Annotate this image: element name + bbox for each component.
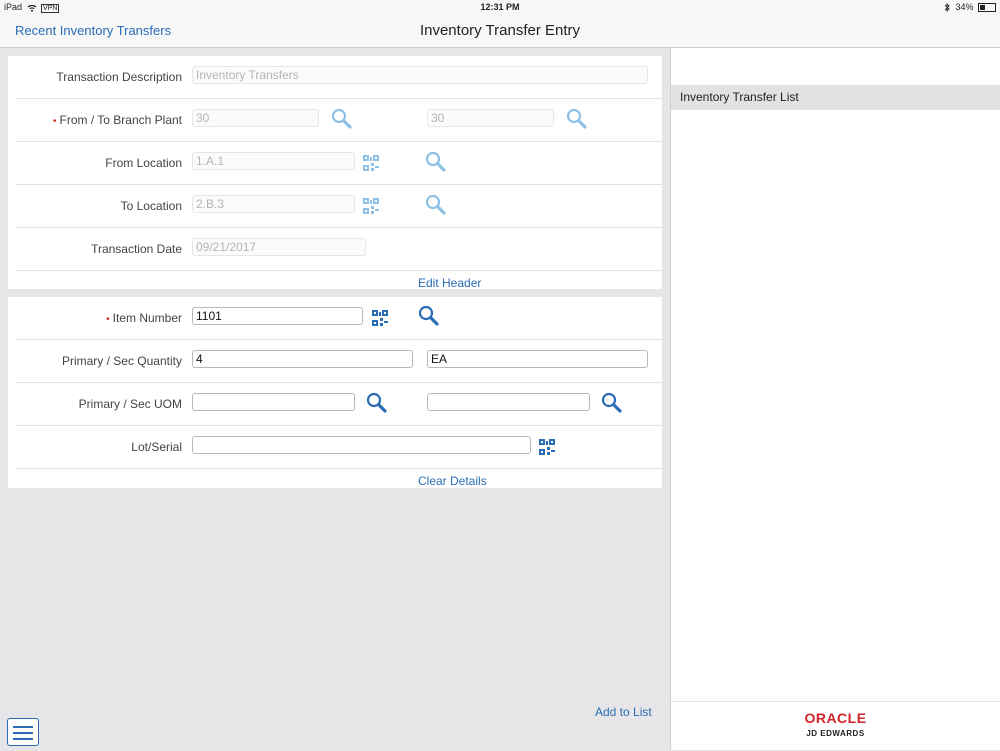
transfer-list-header: Inventory Transfer List xyxy=(671,85,1000,110)
to-location-label: To Location xyxy=(120,199,182,213)
lot-serial-label: Lot/Serial xyxy=(131,440,182,454)
from-location-label: From Location xyxy=(105,156,182,170)
required-marker: • xyxy=(52,116,57,127)
branch-plant-label: • From / To Branch Plant xyxy=(52,113,182,127)
search-icon[interactable] xyxy=(366,392,388,419)
item-number-field[interactable] xyxy=(192,307,363,325)
qr-code-icon[interactable] xyxy=(363,198,379,219)
uom-label: Primary / Sec UOM xyxy=(78,397,182,411)
search-icon[interactable] xyxy=(331,108,353,135)
transaction-description-field[interactable] xyxy=(192,66,648,84)
status-time: 12:31 PM xyxy=(480,2,520,12)
qr-code-icon[interactable] xyxy=(372,310,388,331)
header-card: Transaction Description •From / To Branc… xyxy=(8,56,662,290)
quantity-label: Primary / Sec Quantity xyxy=(61,354,182,368)
transaction-date-row: Transaction Date xyxy=(16,228,662,271)
details-card: •Item Number Primary / Sec Quantity Prim… xyxy=(8,297,662,488)
lot-serial-row: Lot/Serial xyxy=(16,426,662,469)
search-icon[interactable] xyxy=(425,151,447,178)
add-to-list-link[interactable]: Add to List xyxy=(595,705,652,719)
oracle-logo-text: ORACLE xyxy=(804,710,867,726)
battery-icon xyxy=(978,3,996,13)
to-location-row: To Location xyxy=(16,185,662,228)
primary-quantity-field[interactable] xyxy=(192,350,413,368)
qr-code-icon[interactable] xyxy=(539,439,555,460)
edit-header-row: Edit Header xyxy=(8,271,662,293)
item-number-row: • Item Number xyxy=(16,297,662,340)
to-location-field[interactable] xyxy=(192,195,355,213)
search-icon[interactable] xyxy=(418,305,440,332)
to-branch-plant-field[interactable] xyxy=(427,109,554,127)
jd-edwards-logo-text: JD EDWARDS xyxy=(806,729,865,738)
navigation-bar: Recent Inventory Transfers Inventory Tra… xyxy=(0,14,1000,48)
qr-code-icon[interactable] xyxy=(363,155,379,176)
transaction-date-field[interactable] xyxy=(192,238,366,256)
search-icon[interactable] xyxy=(566,108,588,135)
lot-serial-field[interactable] xyxy=(192,436,531,454)
clear-details-row: Clear Details xyxy=(8,469,662,491)
transfer-list-pane: Inventory Transfer List ORACLE JD EDWARD… xyxy=(670,48,1000,750)
search-icon[interactable] xyxy=(601,392,623,419)
status-right: 34% xyxy=(944,2,996,13)
entry-pane: Transaction Description •From / To Branc… xyxy=(0,48,670,750)
status-bar: iPad VPN 12:31 PM 34% xyxy=(0,0,1000,14)
secondary-quantity-field[interactable] xyxy=(427,350,648,368)
from-location-row: From Location xyxy=(16,142,662,185)
transaction-date-label: Transaction Date xyxy=(91,242,182,256)
search-icon[interactable] xyxy=(425,194,447,221)
clear-details-link[interactable]: Clear Details xyxy=(418,474,487,488)
bluetooth-icon xyxy=(944,2,956,13)
from-branch-plant-field[interactable] xyxy=(192,109,319,127)
page-title: Inventory Transfer Entry xyxy=(419,22,581,39)
battery-percent: 34% xyxy=(955,2,974,12)
transaction-description-row: Transaction Description xyxy=(16,56,662,99)
required-marker: • xyxy=(106,314,110,325)
from-location-field[interactable] xyxy=(192,152,355,170)
secondary-uom-field[interactable] xyxy=(427,393,590,411)
uom-row: Primary / Sec UOM xyxy=(16,383,662,426)
hamburger-icon xyxy=(13,726,33,728)
transaction-description-label: Transaction Description xyxy=(56,70,182,84)
oracle-jde-logo: ORACLE JD EDWARDS xyxy=(671,701,1000,751)
primary-uom-field[interactable] xyxy=(192,393,355,411)
item-number-label: • Item Number xyxy=(106,311,182,325)
menu-button[interactable] xyxy=(7,718,39,746)
branch-plant-row: • From / To Branch Plant xyxy=(16,99,662,142)
quantity-row: Primary / Sec Quantity xyxy=(16,340,662,383)
edit-header-link[interactable]: Edit Header xyxy=(418,276,481,290)
